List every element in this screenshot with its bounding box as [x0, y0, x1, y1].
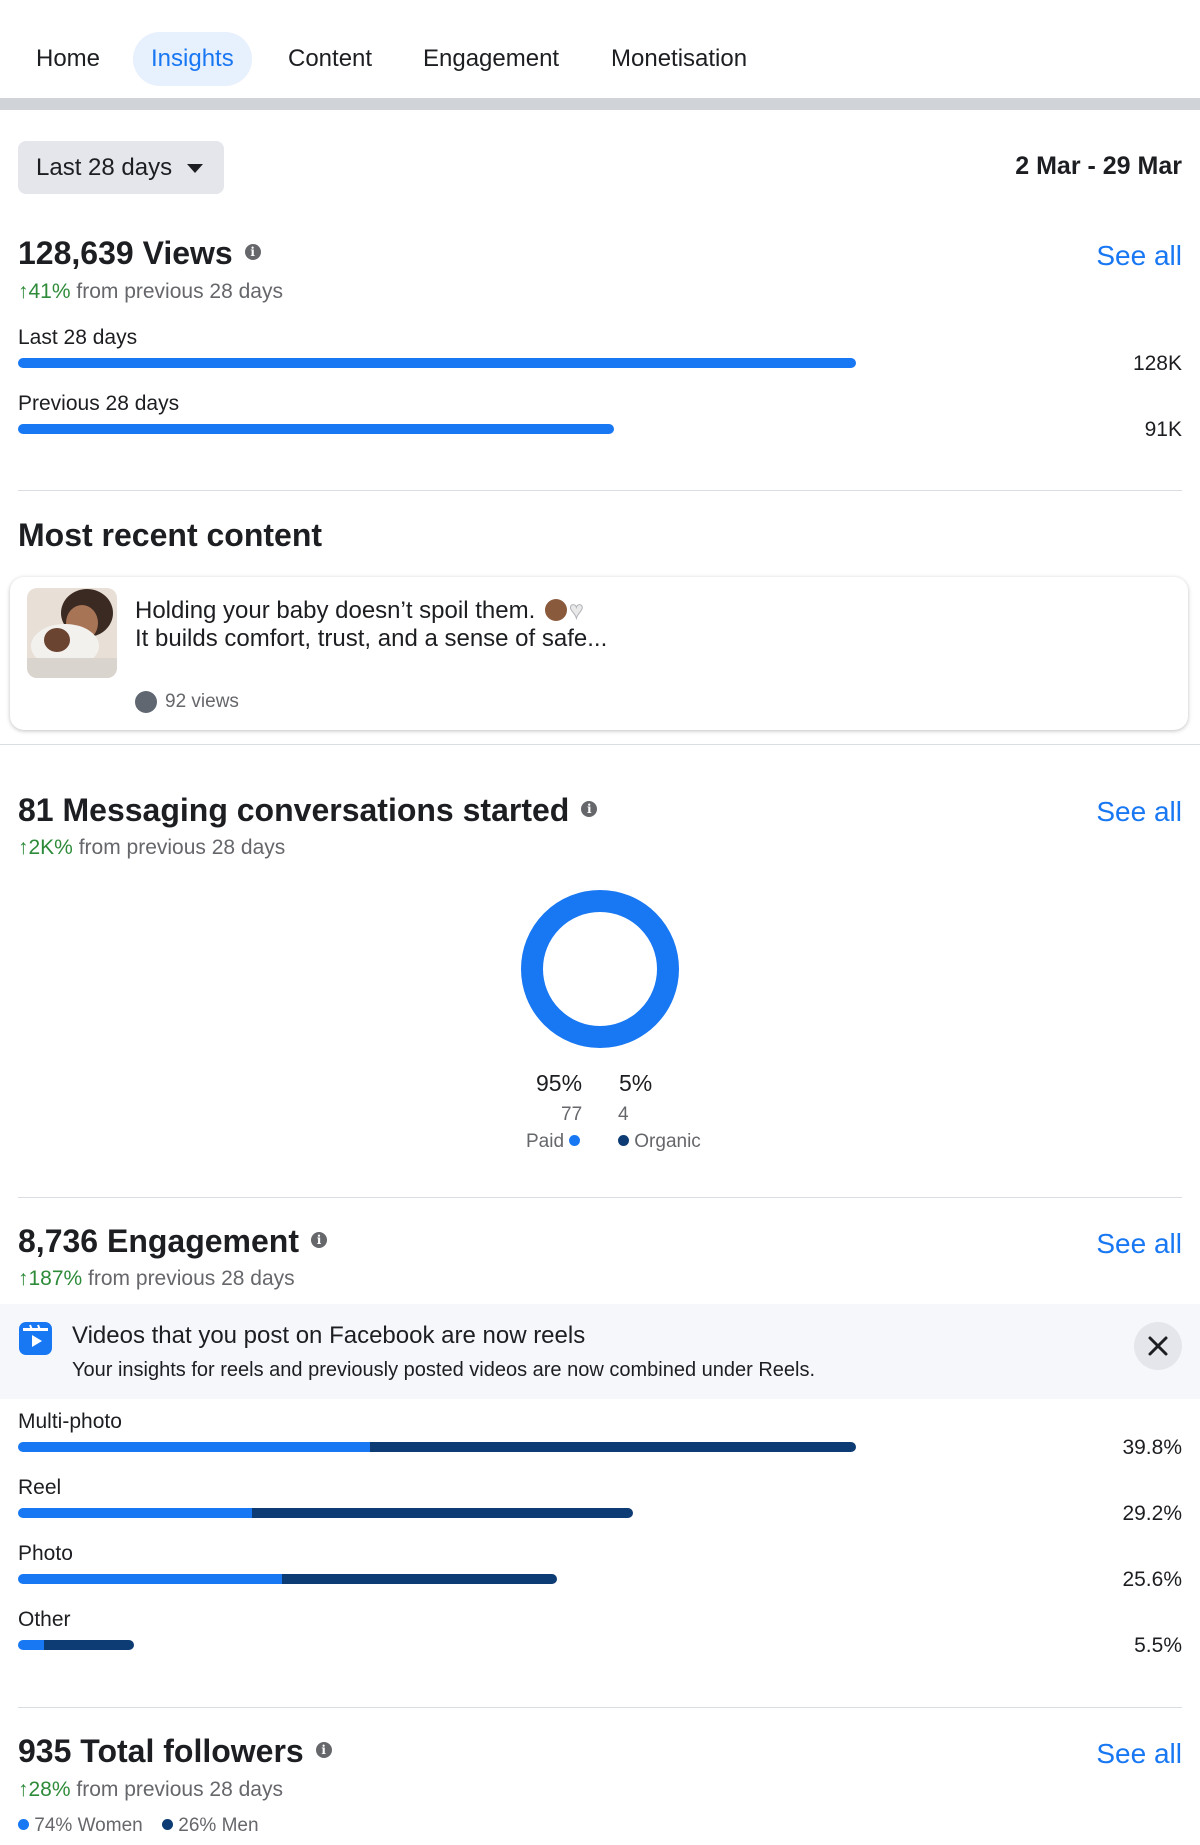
followers-women-legend: 74% Women: [18, 1815, 143, 1837]
tab-engagement[interactable]: Engagement: [405, 32, 577, 86]
legend-paid: Paid: [526, 1131, 581, 1153]
info-icon[interactable]: i: [581, 800, 598, 817]
legend-organic: Organic: [618, 1131, 701, 1153]
insights-page: Home Insights Content Engagement Monetis…: [0, 0, 1200, 1845]
views-row-label: Last 28 days: [18, 326, 138, 349]
organic-count: 4: [618, 1104, 629, 1125]
section-divider: [0, 744, 1200, 745]
engagement-bar-organic: [282, 1574, 557, 1584]
arrow-up-icon: ↑: [18, 1267, 29, 1290]
messaging-delta: ↑2K% from previous 28 days: [18, 836, 286, 859]
recent-content-title: Most recent content: [18, 517, 323, 553]
views-see-all-link[interactable]: See all: [1096, 240, 1182, 272]
followers-men-legend: 26% Men: [162, 1815, 259, 1837]
views-row-value: 91K: [1144, 418, 1182, 441]
messaging-title: 81 Messaging conversations started i: [18, 792, 598, 829]
engagement-bar-paid: [18, 1442, 370, 1452]
views-row-label: Previous 28 days: [18, 392, 180, 415]
tab-home[interactable]: Home: [18, 32, 118, 86]
post-text-line-2: It builds comfort, trust, and a sense of…: [135, 625, 608, 652]
recent-post-card[interactable]: Holding your baby doesn’t spoil them. ♥ I…: [10, 577, 1188, 730]
white-heart-icon: ♥: [569, 597, 584, 625]
section-divider: [18, 490, 1182, 491]
legend-dot-icon: [569, 1135, 581, 1146]
post-views-count: 92 views: [165, 691, 239, 712]
globe-icon: [135, 691, 157, 713]
followers-title: 935 Total followers i: [18, 1733, 332, 1770]
post-thumbnail: [27, 588, 117, 678]
engagement-bar-paid: [18, 1574, 282, 1584]
messaging-donut-chart: [521, 890, 679, 1048]
engagement-row-value: 39.8%: [1122, 1436, 1182, 1459]
date-range-text: 2 Mar - 29 Mar: [1015, 152, 1182, 180]
notice-subtitle: Your insights for reels and previously p…: [72, 1359, 816, 1381]
organic-percent: 5%: [619, 1070, 653, 1096]
notice-title: Videos that you post on Facebook are now…: [72, 1322, 586, 1349]
arrow-up-icon: ↑: [18, 280, 29, 303]
reels-notice-banner: Videos that you post on Facebook are now…: [0, 1304, 1200, 1399]
engagement-bar-paid: [18, 1640, 44, 1650]
engagement-row-label: Multi-photo: [18, 1410, 122, 1433]
engagement-see-all-link[interactable]: See all: [1096, 1228, 1182, 1260]
followers-see-all-link[interactable]: See all: [1096, 1738, 1182, 1770]
views-bar-previous: [18, 424, 614, 434]
close-icon: [1148, 1336, 1168, 1356]
section-divider: [18, 1707, 1182, 1708]
messaging-see-all-link[interactable]: See all: [1096, 796, 1182, 828]
date-range-dropdown[interactable]: Last 28 days: [18, 141, 224, 194]
reels-icon: [19, 1322, 52, 1355]
engagement-row-label: Other: [18, 1608, 71, 1631]
info-icon[interactable]: i: [315, 1741, 332, 1758]
arrow-up-icon: ↑: [18, 1778, 29, 1801]
tab-content[interactable]: Content: [270, 32, 390, 86]
date-range-label: Last 28 days: [36, 154, 173, 181]
tab-bar-divider: [0, 98, 1200, 110]
engagement-bar-organic: [252, 1508, 633, 1518]
engagement-row-value: 5.5%: [1134, 1634, 1182, 1657]
info-icon[interactable]: i: [244, 243, 261, 260]
views-bar-current: [18, 358, 856, 368]
info-icon[interactable]: i: [311, 1231, 327, 1248]
caret-down-icon: [187, 164, 203, 173]
views-delta: ↑41% from previous 28 days: [18, 280, 283, 303]
section-divider: [18, 1197, 1182, 1198]
engagement-row-value: 25.6%: [1122, 1568, 1182, 1591]
paid-percent: 95%: [536, 1070, 583, 1096]
engagement-title: 8,736 Engagement i: [18, 1223, 327, 1260]
followers-delta: ↑28% from previous 28 days: [18, 1778, 283, 1801]
engagement-row-value: 29.2%: [1122, 1502, 1182, 1525]
views-title: 128,639 Views i: [18, 235, 261, 272]
legend-dot-icon: [18, 1819, 29, 1830]
engagement-row-label: Reel: [18, 1476, 62, 1499]
views-row-value: 128K: [1132, 352, 1182, 375]
donut-paid-slice: [521, 890, 679, 1048]
close-notice-button[interactable]: [1134, 1322, 1182, 1370]
paid-count: 77: [561, 1104, 583, 1125]
post-text-line-1: Holding your baby doesn’t spoil them. ♥: [135, 597, 584, 625]
baby-emoji-icon: [545, 599, 568, 621]
engagement-bar-paid: [18, 1508, 252, 1518]
engagement-delta: ↑187% from previous 28 days: [18, 1267, 295, 1290]
tab-monetisation[interactable]: Monetisation: [593, 32, 765, 86]
engagement-row-label: Photo: [18, 1542, 73, 1565]
legend-dot-icon: [618, 1135, 629, 1146]
arrow-up-icon: ↑: [18, 836, 29, 859]
engagement-bar-organic: [370, 1442, 856, 1452]
engagement-bar-organic: [44, 1640, 134, 1650]
tab-bar: Home Insights Content Engagement Monetis…: [0, 0, 1200, 98]
legend-dot-icon: [162, 1819, 173, 1830]
tab-insights[interactable]: Insights: [133, 32, 252, 86]
